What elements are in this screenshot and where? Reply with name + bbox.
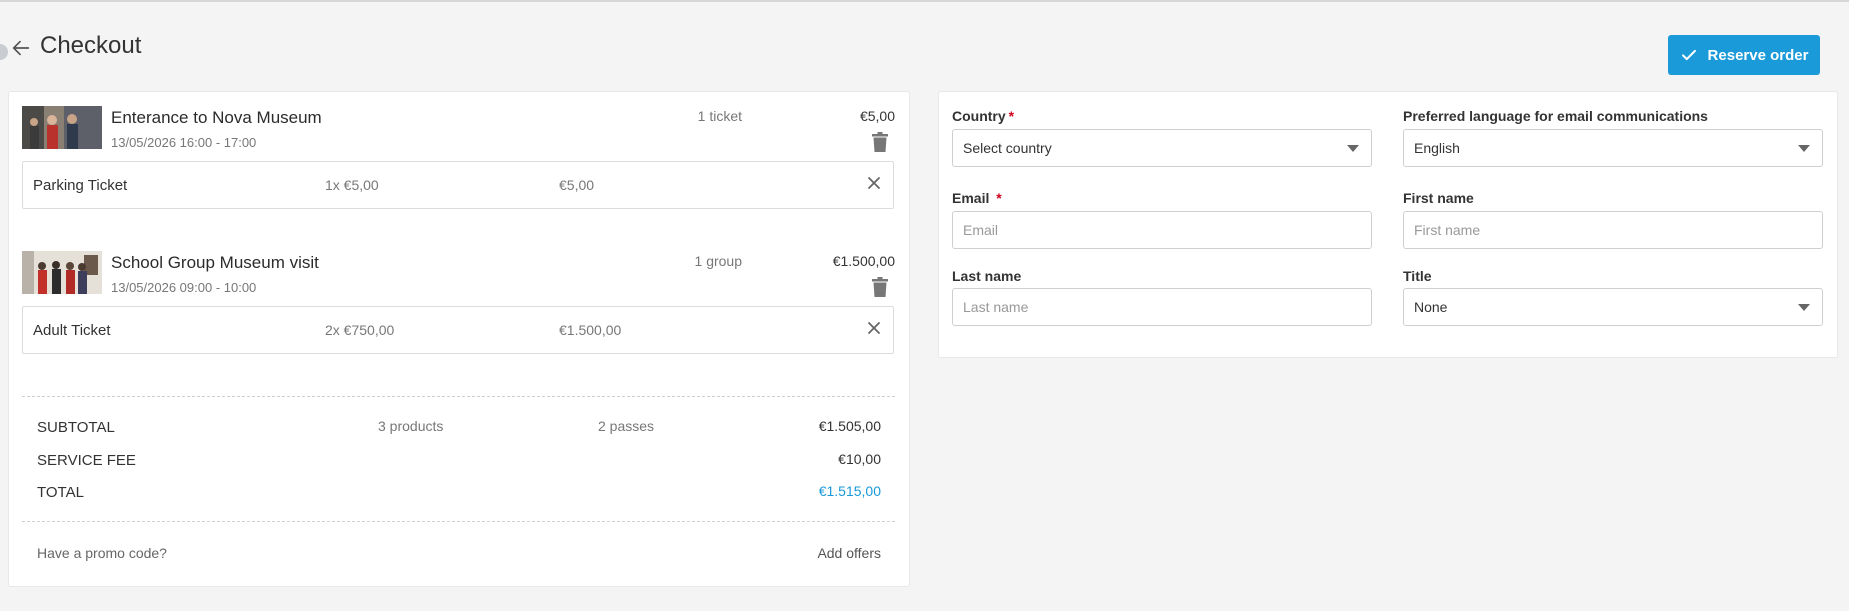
trash-icon[interactable] <box>872 277 888 297</box>
products-count: 3 products <box>378 418 444 434</box>
country-select[interactable]: Select country <box>952 129 1372 167</box>
passes-count: 2 passes <box>598 418 655 434</box>
page-title: Checkout <box>40 32 142 59</box>
cart-event: School Group Museum visit 13/05/2026 09:… <box>22 237 895 297</box>
last-name-field[interactable] <box>952 288 1372 326</box>
language-label: Preferred language for email communicati… <box>1403 108 1708 124</box>
title-select[interactable]: None <box>1403 288 1823 326</box>
event-thumbnail <box>22 106 102 149</box>
event-time: 13/05/2026 16:00 - 17:00 <box>111 135 257 150</box>
summary-divider <box>22 521 895 522</box>
email-label-text: Email <box>952 190 990 206</box>
event-title: Enterance to Nova Museum <box>111 108 322 127</box>
line-item-quantity: 1x €5,00 <box>325 177 379 193</box>
page-indicator-dot <box>0 44 8 60</box>
cart-event: Enterance to Nova Museum 13/05/2026 16:0… <box>22 92 895 152</box>
service-fee-value: €10,00 <box>838 451 881 467</box>
close-icon[interactable] <box>867 176 881 190</box>
event-quantity: 1 group <box>694 253 742 269</box>
reserve-order-button[interactable]: Reserve order <box>1668 35 1820 75</box>
close-icon[interactable] <box>867 321 881 335</box>
chevron-down-icon <box>1798 304 1810 311</box>
chevron-down-icon <box>1347 145 1359 152</box>
trash-icon[interactable] <box>872 132 888 152</box>
add-offers-link[interactable]: Add offers <box>817 545 881 561</box>
first-name-field[interactable] <box>1403 211 1823 249</box>
line-item-name: Parking Ticket <box>33 177 128 194</box>
required-mark: * <box>996 190 1002 206</box>
summary-divider <box>22 396 895 397</box>
promo-code-link[interactable]: Have a promo code? <box>37 545 167 561</box>
language-select[interactable]: English <box>1403 129 1823 167</box>
cart-line-item: Parking Ticket 1x €5,00 €5,00 <box>22 161 894 209</box>
title-selected-value: None <box>1414 299 1448 315</box>
language-selected-value: English <box>1414 140 1460 156</box>
event-title: School Group Museum visit <box>111 253 319 272</box>
cart-line-item: Adult Ticket 2x €750,00 €1.500,00 <box>22 306 894 354</box>
country-selected-value: Select country <box>963 140 1052 156</box>
first-name-label: First name <box>1403 190 1474 206</box>
chevron-down-icon <box>1798 145 1810 152</box>
subtotal-label: SUBTOTAL <box>37 419 115 436</box>
line-item-total: €5,00 <box>559 177 595 193</box>
subtotal-value: €1.505,00 <box>818 418 881 434</box>
cart-panel: Enterance to Nova Museum 13/05/2026 16:0… <box>8 91 910 587</box>
event-time: 13/05/2026 09:00 - 10:00 <box>111 280 257 295</box>
event-price: €1.500,00 <box>832 253 895 269</box>
event-quantity: 1 ticket <box>697 108 742 124</box>
top-divider <box>0 0 1849 2</box>
line-item-quantity: 2x €750,00 <box>325 322 395 338</box>
email-label: Email * <box>952 190 1002 206</box>
title-label: Title <box>1403 268 1432 284</box>
event-price: €5,00 <box>859 108 895 124</box>
reserve-order-label: Reserve order <box>1707 46 1809 64</box>
total-label: TOTAL <box>37 484 84 501</box>
event-thumbnail <box>22 251 102 294</box>
customer-form: Country * Select country Preferred langua… <box>938 91 1838 358</box>
last-name-label: Last name <box>952 268 1022 284</box>
total-value: €1.515,00 <box>818 483 881 499</box>
service-fee-label: SERVICE FEE <box>37 452 136 469</box>
check-icon <box>1681 49 1696 61</box>
line-item-name: Adult Ticket <box>33 322 111 339</box>
country-label: Country * <box>952 108 1014 124</box>
country-label-text: Country <box>952 108 1006 124</box>
required-mark: * <box>1008 108 1015 124</box>
email-field[interactable] <box>952 211 1372 249</box>
back-arrow-icon[interactable] <box>10 37 32 59</box>
line-item-total: €1.500,00 <box>559 322 622 338</box>
